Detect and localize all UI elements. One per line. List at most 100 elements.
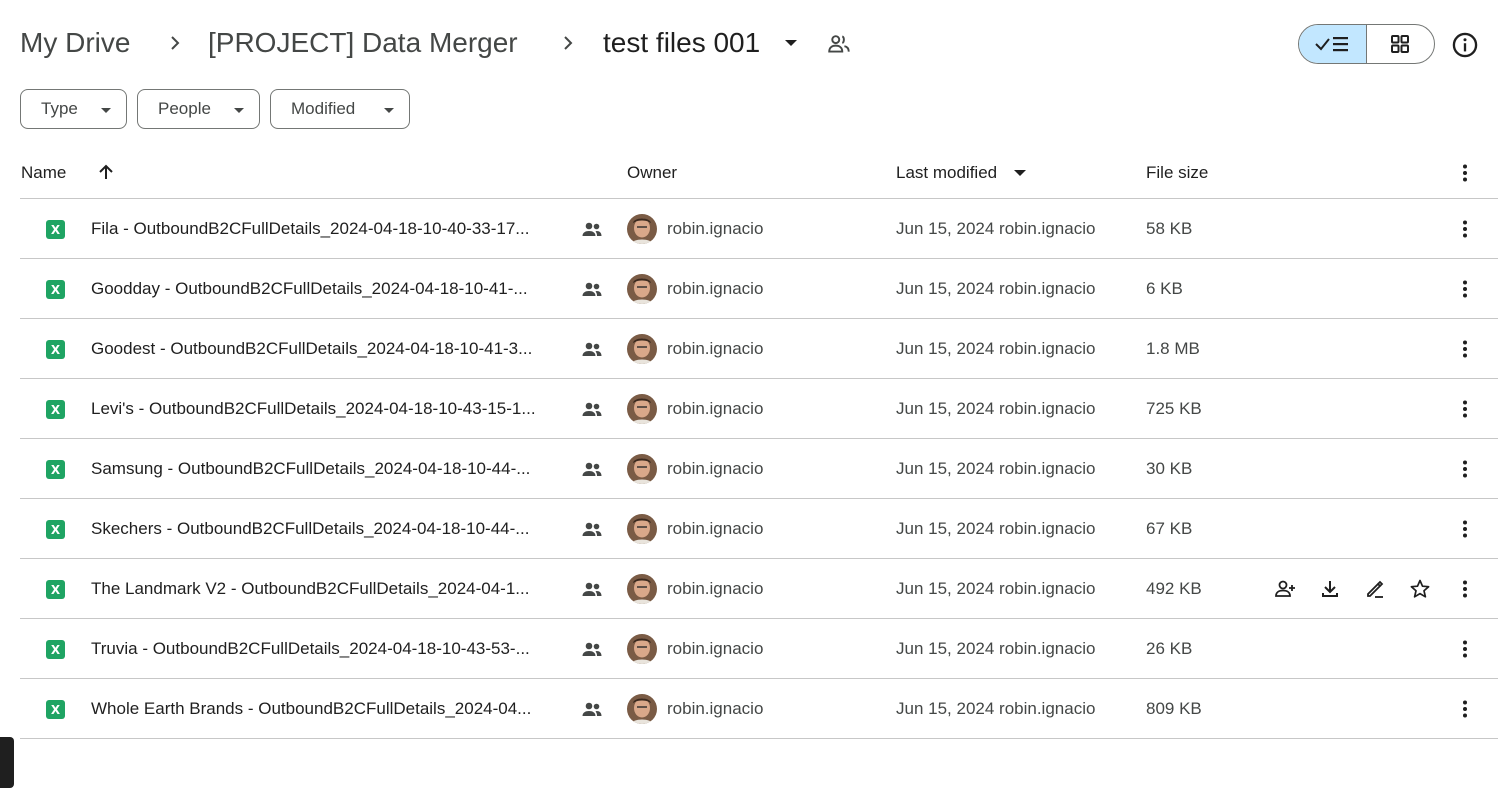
file-row[interactable]: X Truvia - OutboundB2CFullDetails_2024-0… [20,619,1498,679]
file-row[interactable]: X Goodday - OutboundB2CFullDetails_2024-… [20,259,1498,319]
column-header-owner[interactable]: Owner [627,162,677,184]
caret-down-icon [384,108,394,113]
more-vert-icon[interactable] [1454,162,1476,184]
filter-modified-chip[interactable]: Modified [270,89,410,129]
avatar [627,694,657,724]
grid-view-button[interactable] [1367,25,1435,63]
arrow-up-icon[interactable] [96,162,116,182]
file-row[interactable]: X Levi's - OutboundB2CFullDetails_2024-0… [20,379,1498,439]
more-vert-icon[interactable] [1454,458,1476,480]
caret-down-icon[interactable] [1013,166,1027,180]
file-size: 6 KB [1146,279,1183,298]
last-modified: Jun 15, 2024 robin.ignacio [896,279,1096,298]
checked-list-icon [1315,37,1349,52]
side-handle [0,737,14,788]
filter-type-chip[interactable]: Type [20,89,127,129]
file-row[interactable]: X Whole Earth Brands - OutboundB2CFullDe… [20,679,1498,739]
filter-label: People [158,99,211,118]
caret-down-icon[interactable] [782,34,800,52]
file-name[interactable]: Skechers - OutboundB2CFullDetails_2024-0… [91,518,576,540]
caret-down-icon [101,108,111,113]
row-divider [20,738,1498,739]
file-name[interactable]: Goodday - OutboundB2CFullDetails_2024-04… [91,278,576,300]
file-size: 67 KB [1146,519,1193,538]
file-size: 492 KB [1146,579,1202,598]
last-modified: Jun 15, 2024 robin.ignacio [896,519,1096,538]
list-view-button[interactable] [1299,25,1367,63]
file-name[interactable]: Truvia - OutboundB2CFullDetails_2024-04-… [91,638,576,660]
last-modified: Jun 15, 2024 robin.ignacio [896,639,1096,658]
view-toggle [1298,24,1435,64]
filter-people-chip[interactable]: People [137,89,260,129]
file-size: 725 KB [1146,399,1202,418]
more-vert-icon[interactable] [1454,218,1476,240]
last-modified: Jun 15, 2024 robin.ignacio [896,399,1096,418]
more-vert-icon[interactable] [1454,338,1476,360]
shared-people-icon [582,642,602,656]
more-vert-icon[interactable] [1454,638,1476,660]
last-modified: Jun 15, 2024 robin.ignacio [896,459,1096,478]
column-header-name[interactable]: Name [21,162,66,184]
filter-label: Type [41,99,78,118]
excel-icon: X [46,640,65,659]
shared-people-icon [582,342,602,356]
grid-icon [1391,35,1410,53]
excel-icon: X [46,460,65,479]
owner-name: robin.ignacio [667,219,764,238]
shared-folder-icon[interactable] [826,31,852,57]
add-person-icon[interactable] [1273,577,1297,601]
rename-icon[interactable] [1363,577,1387,601]
breadcrumb-parent-folder[interactable]: [PROJECT] Data Merger [208,26,518,60]
column-header-file-size[interactable]: File size [1146,162,1208,184]
excel-icon: X [46,700,65,719]
file-size: 30 KB [1146,459,1193,478]
excel-icon: X [46,340,65,359]
avatar [627,274,657,304]
more-vert-icon[interactable] [1454,698,1476,720]
more-vert-icon[interactable] [1454,278,1476,300]
avatar [627,574,657,604]
file-name[interactable]: Whole Earth Brands - OutboundB2CFullDeta… [91,698,576,720]
owner-name: robin.ignacio [667,399,764,418]
avatar [627,634,657,664]
more-vert-icon[interactable] [1454,578,1476,600]
avatar [627,394,657,424]
more-vert-icon[interactable] [1454,518,1476,540]
breadcrumb-current-folder[interactable]: test files 001 [603,26,760,60]
shared-people-icon [582,282,602,296]
file-name[interactable]: Fila - OutboundB2CFullDetails_2024-04-18… [91,218,576,240]
more-vert-icon[interactable] [1454,398,1476,420]
owner-name: robin.ignacio [667,699,764,718]
owner-name: robin.ignacio [667,519,764,538]
filter-label: Modified [291,99,356,118]
breadcrumb-my-drive[interactable]: My Drive [20,26,130,60]
shared-people-icon [582,582,602,596]
star-icon[interactable] [1408,577,1432,601]
file-row[interactable]: X The Landmark V2 - OutboundB2CFullDetai… [20,559,1498,619]
caret-down-icon [234,108,244,113]
file-row[interactable]: X Goodest - OutboundB2CFullDetails_2024-… [20,319,1498,379]
column-header-last-modified[interactable]: Last modified [896,162,997,184]
chevron-right-icon [564,36,573,50]
file-name[interactable]: Goodest - OutboundB2CFullDetails_2024-04… [91,338,576,360]
file-row[interactable]: X Samsung - OutboundB2CFullDetails_2024-… [20,439,1498,499]
excel-icon: X [46,400,65,419]
file-row[interactable]: X Skechers - OutboundB2CFullDetails_2024… [20,499,1498,559]
file-name[interactable]: Samsung - OutboundB2CFullDetails_2024-04… [91,458,576,480]
download-icon[interactable] [1318,577,1342,601]
file-name[interactable]: Levi's - OutboundB2CFullDetails_2024-04-… [91,398,576,420]
avatar [627,454,657,484]
owner-name: robin.ignacio [667,339,764,358]
shared-people-icon [582,522,602,536]
avatar [627,334,657,364]
shared-people-icon [582,402,602,416]
file-size: 58 KB [1146,219,1193,238]
file-size: 1.8 MB [1146,339,1200,358]
info-icon[interactable] [1451,31,1479,59]
owner-name: robin.ignacio [667,579,764,598]
file-row[interactable]: X Fila - OutboundB2CFullDetails_2024-04-… [20,199,1498,259]
last-modified: Jun 15, 2024 robin.ignacio [896,339,1096,358]
last-modified: Jun 15, 2024 robin.ignacio [896,579,1096,598]
file-name[interactable]: The Landmark V2 - OutboundB2CFullDetails… [91,578,576,600]
excel-icon: X [46,580,65,599]
